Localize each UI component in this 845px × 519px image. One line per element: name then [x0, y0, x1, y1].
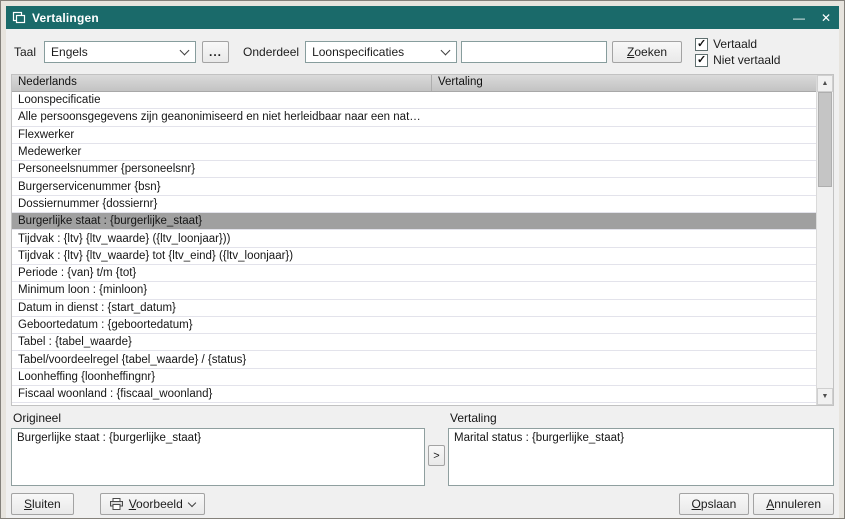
minimize-button[interactable]: —: [793, 12, 805, 24]
table-row[interactable]: Personeelsnummer {personeelsnr}: [12, 161, 816, 178]
translation-textarea[interactable]: Marital status : {burgerlijke_staat}: [448, 428, 834, 486]
window-frame: Vertalingen — ✕ Taal Engels ... Onderdee…: [0, 0, 845, 519]
table-row[interactable]: Geboortedatum : {geboortedatum}: [12, 317, 816, 334]
cell-nederlands[interactable]: Tijdvak : {ltv} {ltv_waarde} tot {ltv_ei…: [12, 250, 432, 262]
printer-icon: [110, 498, 123, 510]
section-select[interactable]: Loonspecificaties: [305, 41, 457, 63]
table-row[interactable]: Tijdvak : {ltv} {ltv_waarde} ({ltv_loonj…: [12, 230, 816, 247]
table-row[interactable]: Periode : {van} t/m {tot}: [12, 265, 816, 282]
scroll-thumb[interactable]: [818, 92, 832, 187]
table-row[interactable]: Loonspecificatie: [12, 92, 816, 109]
cell-nederlands[interactable]: Tabel/voordeelregel {tabel_waarde} / {st…: [12, 354, 432, 366]
table-row[interactable]: Fiscaal woonland : {fiscaal_woonland}: [12, 386, 816, 403]
search-button[interactable]: Zoeken: [612, 41, 682, 63]
cell-nederlands[interactable]: Flexwerker: [12, 129, 432, 141]
scroll-track[interactable]: [817, 92, 833, 388]
save-button[interactable]: Opslaan: [679, 493, 750, 515]
close-dialog-button[interactable]: Sluiten: [11, 493, 74, 515]
table-row[interactable]: Tabel : {tabel_waarde}: [12, 334, 816, 351]
checkbox-checked-icon[interactable]: ✓: [695, 38, 708, 51]
table-body: Loonspecificatie Alle persoonsgegevens zi…: [12, 92, 816, 405]
search-button-label: Zoeken: [627, 45, 667, 59]
table-row[interactable]: Minimum loon : {minloon}: [12, 282, 816, 299]
table-row[interactable]: Tijdvak : {ltv} {ltv_waarde} tot {ltv_ei…: [12, 248, 816, 265]
cell-nederlands[interactable]: Geboortedatum : {geboortedatum}: [12, 319, 432, 331]
checkbox-vertaald[interactable]: ✓ Vertaald: [695, 37, 780, 51]
cancel-label: Annuleren: [766, 497, 821, 511]
table-row[interactable]: Dossiernummer {dossiernr}: [12, 196, 816, 213]
section-label: Onderdeel: [243, 45, 299, 59]
cell-nederlands[interactable]: Minimum loon : {minloon}: [12, 284, 432, 296]
cell-nederlands[interactable]: Loonheffing {loonheffingnr}: [12, 371, 432, 383]
cell-nederlands[interactable]: Medewerker: [12, 146, 432, 158]
cell-nederlands[interactable]: Datum in dienst : {start_datum}: [12, 302, 432, 314]
cell-nederlands[interactable]: Burgerlijke staat : {burgerlijke_staat}: [12, 215, 432, 227]
scroll-down-button[interactable]: ▼: [817, 388, 833, 405]
table-row[interactable]: Burgerlijke staat : {burgerlijke_staat}: [12, 213, 816, 230]
table-row[interactable]: Tabel/voordeelregel {tabel_waarde} / {st…: [12, 351, 816, 368]
cancel-button[interactable]: Annuleren: [753, 493, 834, 515]
checkbox-label: Vertaald: [713, 37, 757, 51]
table-row[interactable]: Datum in dienst : {start_datum}: [12, 300, 816, 317]
chevron-down-icon: [441, 46, 451, 56]
scrollbar[interactable]: ▲ ▼: [816, 75, 833, 405]
search-input[interactable]: [461, 41, 607, 63]
cell-nederlands[interactable]: Loonspecificatie: [12, 94, 432, 106]
column-header-vertaling[interactable]: Vertaling: [432, 75, 816, 91]
translation-table: Nederlands Vertaling Loonspecificatie All…: [11, 74, 834, 406]
window-icon: [12, 11, 26, 24]
table-row[interactable]: Medewerker: [12, 144, 816, 161]
cell-nederlands[interactable]: Burgerservicenummer {bsn}: [12, 181, 432, 193]
chevron-down-icon: [188, 499, 196, 507]
close-dialog-label: Sluiten: [24, 497, 61, 511]
filter-checkboxes: ✓ Vertaald ✓ Niet vertaald: [695, 37, 780, 67]
table-row[interactable]: Alle persoonsgegevens zijn geanonimiseer…: [12, 109, 816, 126]
translation-label: Vertaling: [450, 411, 834, 425]
cell-nederlands[interactable]: Dossiernummer {dossiernr}: [12, 198, 432, 210]
original-textarea[interactable]: Burgerlijke staat : {burgerlijke_staat}: [11, 428, 425, 486]
cell-nederlands[interactable]: Tijdvak : {ltv} {ltv_waarde} ({ltv_loonj…: [12, 233, 432, 245]
scroll-up-button[interactable]: ▲: [817, 75, 833, 92]
language-select-value: Engels: [51, 45, 88, 59]
section-select-value: Loonspecificaties: [312, 45, 404, 59]
checkbox-niet-vertaald[interactable]: ✓ Niet vertaald: [695, 53, 780, 67]
cell-nederlands[interactable]: Personeelsnummer {personeelsnr}: [12, 163, 432, 175]
language-select[interactable]: Engels: [44, 41, 196, 63]
close-button[interactable]: ✕: [821, 12, 831, 24]
window-title: Vertalingen: [32, 11, 99, 25]
table-row[interactable]: Flexwerker: [12, 127, 816, 144]
footer: Sluiten Voorbeeld Opslaan Annuleren: [11, 493, 834, 515]
toolbar: Taal Engels ... Onderdeel Loonspecificat…: [9, 29, 836, 72]
column-header-nederlands[interactable]: Nederlands: [12, 75, 432, 91]
table-row[interactable]: Burgerservicenummer {bsn}: [12, 178, 816, 195]
original-label: Origineel: [13, 411, 425, 425]
copy-arrow-icon: >: [433, 450, 439, 462]
dialog-content: Taal Engels ... Onderdeel Loonspecificat…: [6, 29, 839, 518]
chevron-down-icon: [180, 46, 190, 56]
more-languages-button[interactable]: ...: [202, 41, 229, 63]
cell-nederlands[interactable]: Periode : {van} t/m {tot}: [12, 267, 432, 279]
checkbox-label: Niet vertaald: [713, 53, 780, 67]
checkbox-checked-icon[interactable]: ✓: [695, 54, 708, 67]
language-label: Taal: [14, 45, 36, 59]
preview-label: Voorbeeld: [129, 497, 183, 511]
table-row[interactable]: Loonheffing {loonheffingnr}: [12, 369, 816, 386]
cell-nederlands[interactable]: Tabel : {tabel_waarde}: [12, 336, 432, 348]
cell-nederlands[interactable]: Fiscaal woonland : {fiscaal_woonland}: [12, 388, 432, 400]
save-label: Opslaan: [692, 497, 737, 511]
editor: Origineel Burgerlijke staat : {burgerlij…: [11, 411, 834, 486]
cell-nederlands[interactable]: Alle persoonsgegevens zijn geanonimiseer…: [12, 111, 432, 123]
titlebar: Vertalingen — ✕: [6, 6, 839, 29]
copy-translation-button[interactable]: >: [428, 445, 445, 466]
table-header: Nederlands Vertaling: [12, 75, 816, 92]
preview-button[interactable]: Voorbeeld: [100, 493, 205, 515]
